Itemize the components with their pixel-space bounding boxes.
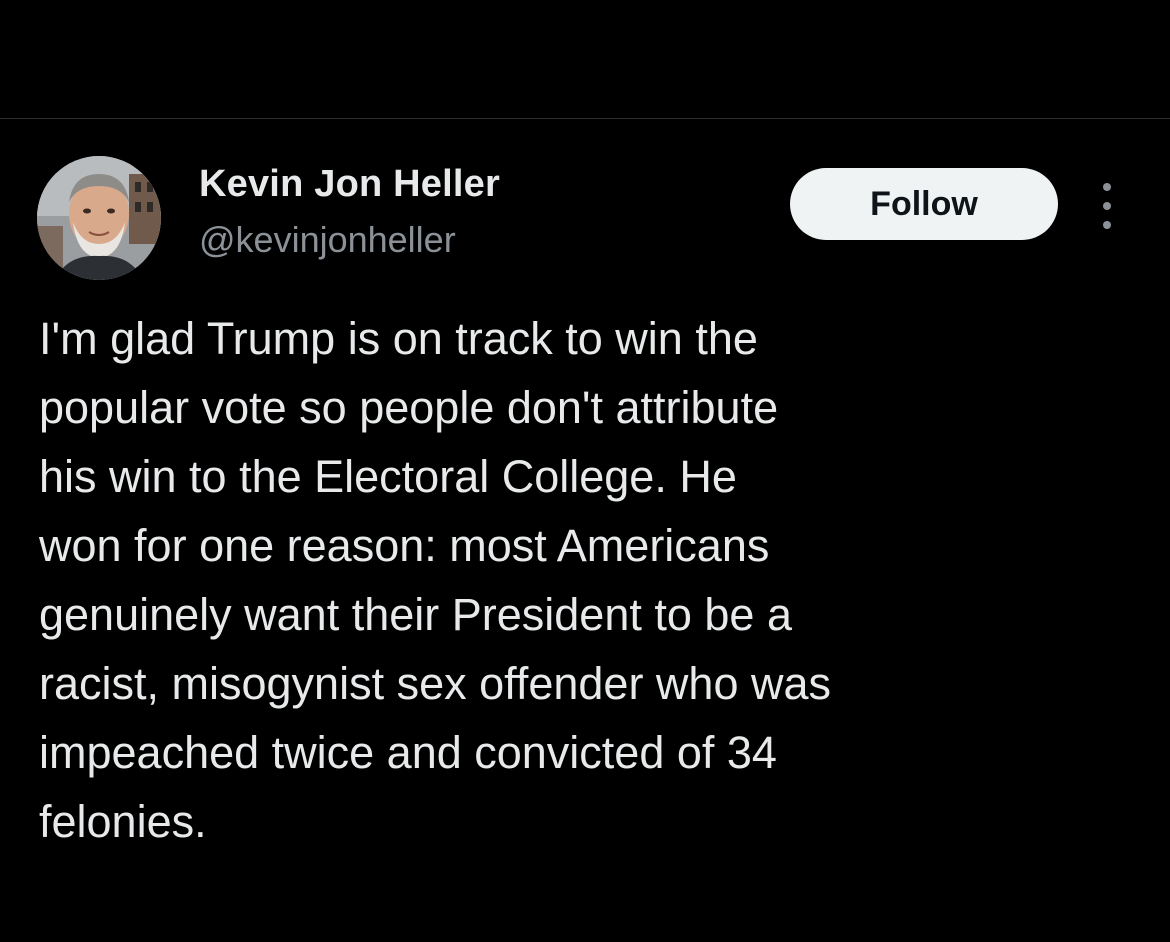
avatar-photo-icon [37,156,161,280]
more-vertical-icon [1103,221,1111,229]
tweet-text: I'm glad Trump is on track to win the po… [39,313,832,847]
author-avatar[interactable] [37,156,161,280]
author-name[interactable]: Kevin Jon Heller [199,163,500,206]
tweet-card: Kevin Jon Heller @kevinjonheller Follow … [0,119,1170,942]
follow-button[interactable]: Follow [790,168,1058,240]
more-options-button[interactable] [1090,183,1124,229]
author-handle[interactable]: @kevinjonheller [199,219,456,261]
more-vertical-icon [1103,202,1111,210]
more-vertical-icon [1103,183,1111,191]
